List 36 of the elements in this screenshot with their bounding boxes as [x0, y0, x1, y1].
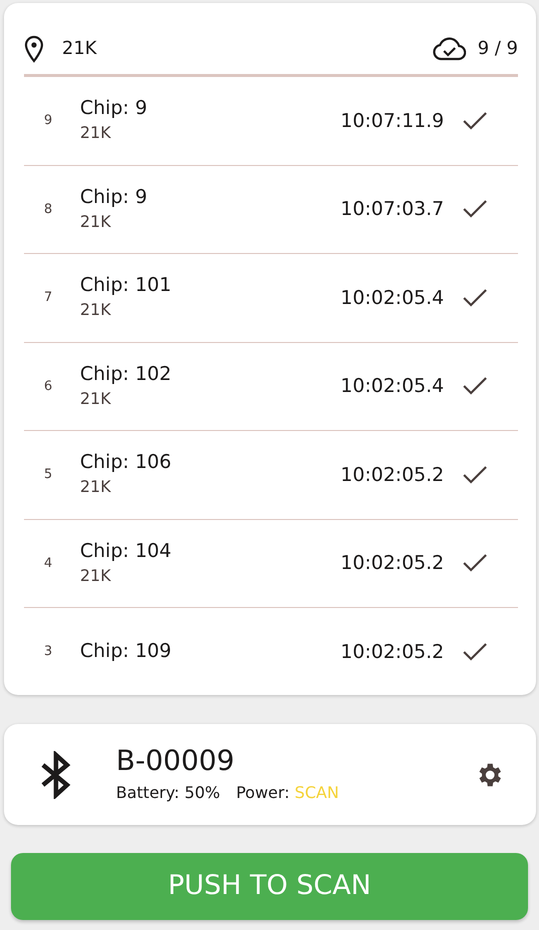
sync-count: 9 / 9	[478, 37, 518, 61]
row-number: 6	[43, 378, 54, 396]
chip-number: Chip: 106	[80, 450, 172, 476]
chip-number: Chip: 102	[80, 362, 172, 387]
bluetooth-icon	[40, 750, 72, 798]
device-name: B-00009	[116, 744, 236, 778]
row-number: 8	[43, 200, 54, 218]
cloud-check-icon	[432, 36, 466, 60]
read-time: 10:02:05.2	[340, 640, 444, 664]
read-location: 21K	[80, 210, 112, 233]
row-number: 7	[43, 289, 54, 307]
chip-number: Chip: 104	[80, 538, 172, 564]
location-pin-icon	[24, 34, 44, 62]
row-number: 5	[43, 466, 54, 484]
location-name: 21K	[62, 37, 97, 61]
read-time: 10:02:05.2	[340, 462, 444, 488]
read-location: 21K	[80, 564, 112, 587]
push-to-scan-button[interactable]: PUSH TO SCAN	[11, 853, 528, 920]
chip-number: Chip: 9	[80, 184, 148, 210]
chip-number: Chip: 109	[80, 639, 172, 664]
power-mode: Power: SCAN	[236, 782, 339, 804]
row-number: 4	[43, 554, 54, 572]
read-time: 10:02:05.4	[340, 374, 444, 399]
read-time: 10:07:03.7	[340, 197, 444, 222]
read-time: 10:07:11.9	[340, 108, 444, 134]
chip-number: Chip: 101	[80, 273, 172, 298]
read-location: 21K	[80, 388, 112, 410]
read-location: 21K	[80, 476, 112, 498]
chip-number: Chip: 9	[80, 96, 148, 122]
read-location: 21K	[80, 299, 112, 322]
row-number: 3	[43, 643, 54, 661]
battery-level: Battery: 50%	[116, 782, 220, 804]
read-time: 10:02:05.2	[340, 551, 444, 576]
read-location: 21K	[80, 122, 112, 144]
read-time: 10:02:05.4	[340, 286, 444, 310]
row-number: 9	[43, 112, 54, 130]
